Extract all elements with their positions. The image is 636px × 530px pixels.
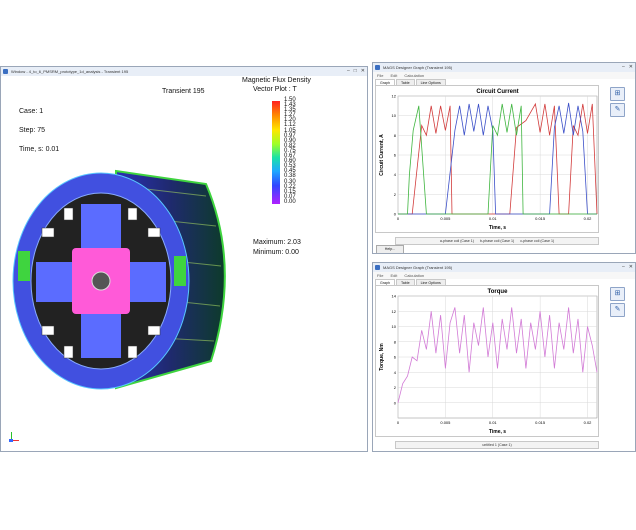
graph1-title: MAGS Designer Graph (Transient 195)	[383, 65, 453, 70]
y-axis-label: Circuit Current, A	[379, 134, 385, 176]
y-axis-label: Torque, Nm	[379, 343, 385, 371]
y-tick-label: 12	[392, 309, 397, 314]
y-tick-label: 10	[392, 113, 397, 118]
sim-title: Transient 195	[162, 88, 205, 95]
viewport-3d[interactable]: Transient 195 Case: 1 Step: 75 Time, s: …	[1, 76, 367, 451]
y-tick-label: 2	[394, 385, 397, 390]
torque-chart: Torque 0 0.005 0.01 0.015 0.02 0 2 4 6 8 10 12 14 Time…	[379, 289, 598, 435]
colorbar-gradient	[272, 101, 280, 204]
y-tick-label: 4	[394, 172, 397, 177]
minimum-label: Minimum: 0.00	[253, 249, 299, 256]
graph2-menubar: File Edit Calculation	[373, 272, 635, 279]
x-axis-label: Time, s	[489, 429, 506, 435]
graph2-close-button[interactable]: ✕	[629, 263, 633, 272]
maximize-button[interactable]: □	[354, 67, 357, 76]
shaft-hole	[91, 271, 111, 291]
x-tick-label: 0.01	[489, 216, 498, 221]
x-tick-label: 0.005	[440, 420, 451, 425]
graph2-settings-icon[interactable]: ✎	[610, 303, 625, 317]
time-label: Time, s: 0.01	[19, 146, 60, 153]
step-label: Step: 75	[19, 127, 46, 134]
x-tick-label: 0.015	[535, 420, 546, 425]
app-icon	[3, 69, 8, 74]
graph1-menu-calculation[interactable]: Calculation	[404, 72, 424, 79]
graph1-menu-file[interactable]: File	[377, 72, 383, 79]
chart-title: Torque	[488, 289, 509, 295]
graph1-legend: a-phase coil (Case 1) b-phase coil (Case…	[395, 237, 599, 245]
main-field-window: Window - 4_to_6_PMSRM_prototype_1d_analy…	[0, 66, 368, 452]
x-tick-label: 0.02	[584, 216, 593, 221]
grid-icon[interactable]: ⊞	[610, 87, 625, 101]
x-tick-label: 0.005	[440, 216, 451, 221]
legend-a-phase: a-phase coil (Case 1)	[439, 239, 475, 243]
axis-triad-icon	[9, 432, 19, 442]
x-axis-label: Time, s	[489, 225, 506, 231]
graph1-minimize-button[interactable]: –	[622, 63, 625, 72]
colorbar-value: 0.00	[284, 198, 296, 205]
chart-title: Circuit Current	[476, 89, 518, 95]
y-tick-label: 2	[394, 192, 397, 197]
x-tick-label: 0.01	[489, 420, 498, 425]
pole-right	[174, 256, 186, 286]
case-label: Case: 1	[19, 108, 44, 115]
graph1-close-button[interactable]: ✕	[629, 63, 633, 72]
x-tick-label: 0.015	[535, 216, 546, 221]
motor-3d-render	[12, 169, 226, 390]
graph2-menu-file[interactable]: File	[377, 272, 383, 279]
y-tick-label: 12	[392, 94, 397, 99]
colorbar-labels: 1.50 1.43 1.35 1.27 1.20 1.12 1.05 0.97 0.90 0.82…	[284, 97, 296, 205]
y-tick-label: 0	[394, 400, 397, 405]
graph2-title: MAGS Designer Graph (Transient 195)	[383, 265, 453, 270]
graph2-plot-area[interactable]: Torque 0 0.005 0.01 0.015 0.02 0 2 4 6 8 10 12 14 Time…	[375, 285, 599, 437]
y-tick-label: 8	[394, 339, 397, 344]
graph-window-current: MAGS Designer Graph (Transient 195) – ✕ …	[372, 62, 636, 254]
graph2-legend: untitled 1 (Case 1)	[395, 441, 599, 449]
graph2-menu-edit[interactable]: Edit	[390, 272, 397, 279]
graph1-plot-area[interactable]: Circuit Current 0 0.005 0.01 0.015 0.02 0 2 4 6 8 1…	[375, 85, 599, 233]
x-tick-label: 0	[397, 420, 400, 425]
x-tick-label: 0.02	[584, 420, 593, 425]
field-subtitle: Vector Plot : T	[253, 86, 297, 93]
y-tick-label: 4	[394, 370, 397, 375]
y-tick-label: 10	[392, 324, 397, 329]
legend-c-phase: c-phase coil (Case 1)	[520, 239, 555, 243]
graph2-grid-icon[interactable]: ⊞	[610, 287, 625, 301]
field-title: Magnetic Flux Density	[242, 77, 311, 84]
settings-icon[interactable]: ✎	[610, 103, 625, 117]
graph-window-torque: MAGS Designer Graph (Transient 195) – ✕ …	[372, 262, 636, 452]
maximum-label: Maximum: 2.03	[253, 239, 301, 246]
legend-torque: untitled 1 (Case 1)	[482, 443, 512, 447]
circuit-current-chart: Circuit Current0 0.005 0.01 0.015 0.02024681…	[379, 89, 598, 231]
colorbar	[272, 101, 280, 204]
graph2-minimize-button[interactable]: –	[622, 263, 625, 272]
y-tick-label: 6	[394, 355, 397, 360]
graph1-app-icon	[375, 65, 380, 70]
x-tick-label: 0	[397, 216, 400, 221]
close-button[interactable]: ✕	[361, 67, 365, 76]
help-button[interactable]: Help...	[376, 245, 404, 253]
legend-b-phase: b-phase coil (Case 1)	[480, 239, 515, 243]
graph2-app-icon	[375, 265, 380, 270]
graph1-menubar: File Edit Calculation	[373, 72, 635, 79]
y-tick-label: 14	[392, 294, 397, 299]
main-window-title: Window - 4_to_6_PMSRM_prototype_1d_analy…	[11, 69, 129, 74]
minimize-button[interactable]: –	[347, 67, 350, 76]
y-tick-label: 6	[394, 153, 397, 158]
graph2-menu-calculation[interactable]: Calculation	[404, 272, 424, 279]
graph1-menu-edit[interactable]: Edit	[390, 72, 397, 79]
y-tick-label: 8	[394, 133, 397, 138]
pole-left	[18, 251, 30, 281]
